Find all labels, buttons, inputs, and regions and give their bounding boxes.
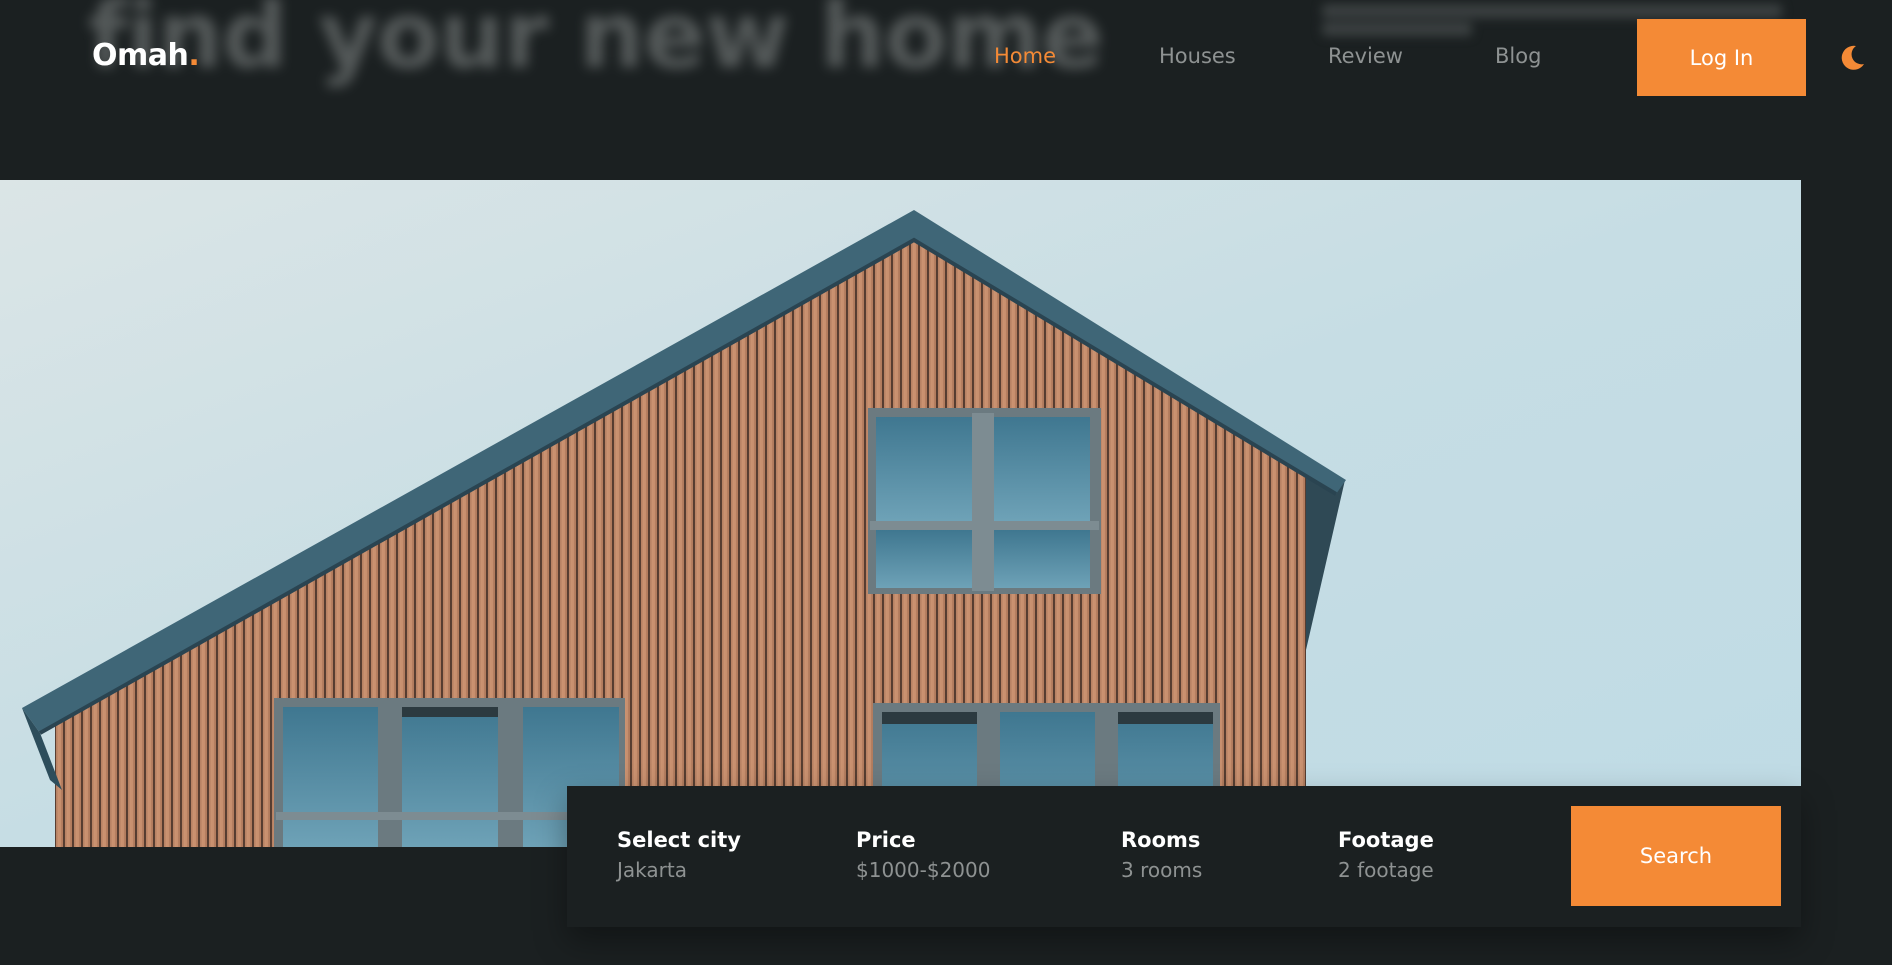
main-nav: Home Houses Review Blog <box>0 44 1892 74</box>
rooms-value: 3 rooms <box>1121 858 1203 882</box>
city-value: Jakarta <box>617 858 687 882</box>
page: find your new home Omah. Home Houses Rev… <box>0 0 1892 965</box>
rooms-select[interactable]: Rooms 3 rooms <box>1121 828 1202 882</box>
rooms-label: Rooms <box>1121 828 1201 852</box>
house-illustration <box>0 180 1801 847</box>
footage-label: Footage <box>1338 828 1434 852</box>
footage-select[interactable]: Footage 2 footage <box>1338 828 1434 882</box>
city-label: Select city <box>617 828 741 852</box>
moon-icon[interactable] <box>1838 44 1866 72</box>
nav-link-blog[interactable]: Blog <box>1495 44 1541 68</box>
city-select[interactable]: Select city Jakarta <box>617 828 741 882</box>
nav-link-home[interactable]: Home <box>994 44 1056 68</box>
nav-link-houses[interactable]: Houses <box>1159 44 1236 68</box>
footage-value: 2 footage <box>1338 858 1434 882</box>
hero-image <box>0 180 1801 847</box>
login-button[interactable]: Log In <box>1637 19 1806 96</box>
price-label: Price <box>856 828 916 852</box>
price-value: $1000-$2000 <box>856 858 991 882</box>
search-button[interactable]: Search <box>1571 806 1781 906</box>
nav-link-review[interactable]: Review <box>1328 44 1403 68</box>
price-select[interactable]: Price $1000-$2000 <box>856 828 990 882</box>
search-bar: Select city Jakarta Price $1000-$2000 Ro… <box>567 786 1801 927</box>
